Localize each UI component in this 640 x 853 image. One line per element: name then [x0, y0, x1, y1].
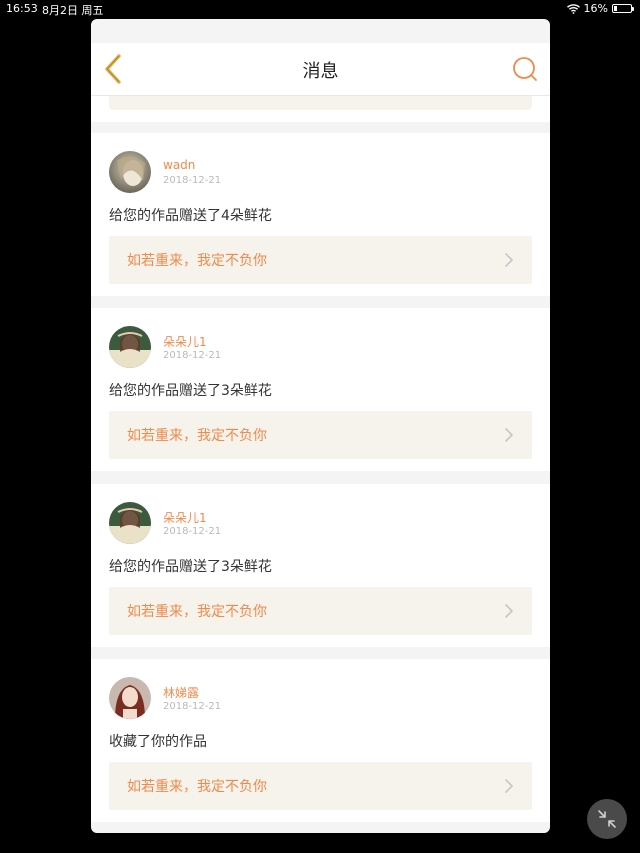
chevron-right-icon	[505, 253, 513, 267]
message-date: 2018-12-21	[163, 701, 222, 712]
avatar[interactable]	[109, 677, 151, 719]
status-bar: 16:53 8月2日 周五 16%	[0, 0, 640, 18]
battery-level	[614, 6, 617, 11]
chevron-right-icon	[505, 428, 513, 442]
message-text: 收藏了你的作品	[109, 734, 207, 750]
message-card: 朵朵儿1 2018-12-21 给您的作品赠送了3朵鲜花 如若重来，我定不负你	[91, 484, 550, 647]
username[interactable]: 林娣露	[163, 684, 199, 701]
battery-icon	[612, 4, 634, 13]
username[interactable]: 朵朵儿1	[163, 333, 207, 350]
message-card: 朵朵儿1 2018-12-21 给您的作品赠送了3朵鲜花 如若重来，我定不负你	[91, 308, 550, 471]
chevron-right-icon	[505, 604, 513, 618]
reply-row[interactable]: 如若重来，我定不负你	[109, 411, 532, 459]
status-time: 16:53	[6, 2, 38, 15]
nav-bar: 消息	[91, 43, 550, 96]
wifi-icon	[566, 3, 580, 14]
previous-reply-stub	[109, 96, 532, 110]
message-text: 给您的作品赠送了4朵鲜花	[109, 208, 272, 224]
previous-card-stub	[91, 96, 550, 122]
collapse-icon	[598, 810, 616, 828]
page-title: 消息	[302, 61, 339, 82]
status-right: 16%	[566, 2, 634, 15]
reply-text: 如若重来，我定不负你	[127, 604, 267, 620]
message-date: 2018-12-21	[163, 350, 222, 361]
collapse-button[interactable]	[587, 799, 627, 839]
reply-text: 如若重来，我定不负你	[127, 779, 267, 795]
message-text: 给您的作品赠送了3朵鲜花	[109, 559, 272, 575]
reply-row[interactable]: 如若重来，我定不负你	[109, 236, 532, 284]
avatar[interactable]	[109, 151, 151, 193]
reply-row[interactable]: 如若重来，我定不负你	[109, 762, 532, 810]
message-card: 林娣露 2018-12-21 收藏了你的作品 如若重来，我定不负你	[91, 659, 550, 822]
status-date: 8月2日 周五	[42, 4, 104, 17]
avatar[interactable]	[109, 326, 151, 368]
message-date: 2018-12-21	[163, 175, 222, 186]
message-date: 2018-12-21	[163, 526, 222, 537]
reply-row[interactable]: 如若重来，我定不负你	[109, 587, 532, 635]
battery-percent: 16%	[583, 2, 608, 15]
app-window: 消息 wadn 2018-12-21 给您的作品赠送了4朵鲜花 如若重来，我定不…	[91, 19, 550, 833]
message-card: wadn 2018-12-21 给您的作品赠送了4朵鲜花 如若重来，我定不负你	[91, 133, 550, 296]
username[interactable]: 朵朵儿1	[163, 509, 207, 526]
username[interactable]: wadn	[163, 158, 195, 172]
reply-text: 如若重来，我定不负你	[127, 428, 267, 444]
avatar[interactable]	[109, 502, 151, 544]
chevron-right-icon	[505, 779, 513, 793]
search-icon	[513, 57, 537, 81]
message-text: 给您的作品赠送了3朵鲜花	[109, 383, 272, 399]
search-button[interactable]	[512, 56, 538, 82]
reply-text: 如若重来，我定不负你	[127, 253, 267, 269]
